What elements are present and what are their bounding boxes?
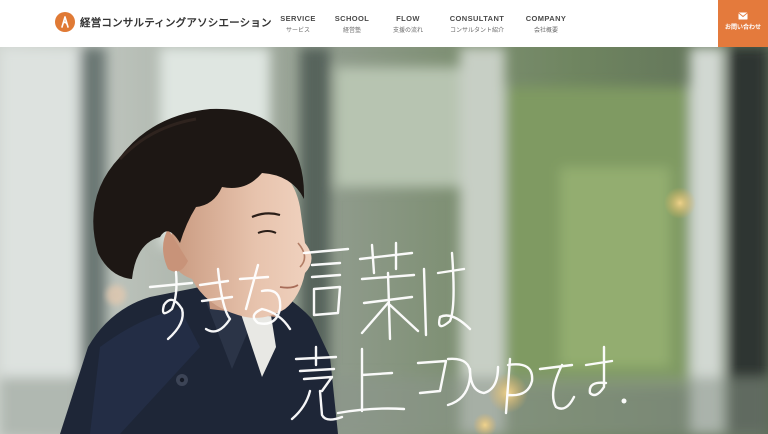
nav-label-en: SERVICE (280, 14, 316, 23)
nav-item-school[interactable]: SCHOOL 経営塾 (335, 14, 369, 34)
nav-label-ja: サービス (285, 27, 310, 34)
contact-button[interactable]: お問い合わせ (718, 0, 768, 47)
contact-label: お問い合わせ (724, 24, 761, 31)
mail-icon (738, 12, 748, 20)
nav-label-en: FLOW (396, 14, 420, 23)
hero-headline (148, 241, 627, 421)
nav-item-company[interactable]: COMPANY 会社概要 (526, 14, 567, 34)
main-nav: SERVICE サービス SCHOOL 経営塾 FLOW 支援の流れ CONSU… (0, 14, 768, 36)
nav-item-flow[interactable]: FLOW 支援の流れ (393, 14, 423, 34)
nav-label-en: SCHOOL (334, 14, 370, 23)
hero-section (0, 47, 768, 434)
nav-label-ja: 支援の流れ (392, 27, 424, 34)
nav-label-ja: コンサルタント紹介 (449, 27, 504, 34)
site-header: 経営コンサルティングアソシエーション SERVICE サービス SCHOOL 経… (0, 0, 768, 47)
nav-label-ja: 会社概要 (533, 27, 558, 34)
nav-label-en: COMPANY (525, 14, 567, 23)
nav-item-consultant[interactable]: CONSULTANT コンサルタント紹介 (450, 14, 505, 34)
nav-label-en: CONSULTANT (449, 14, 505, 23)
nav-label-ja: 経営塾 (342, 27, 362, 34)
nav-item-service[interactable]: SERVICE サービス (280, 14, 316, 34)
